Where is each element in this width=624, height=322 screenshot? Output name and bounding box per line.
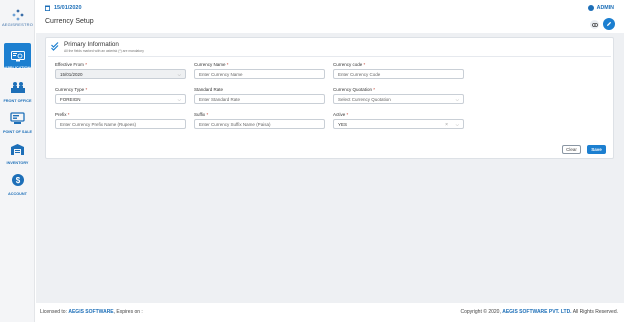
suffix-label: Suffix *: [194, 112, 209, 117]
currency-quotation-label: Currency Quotation *: [333, 87, 376, 92]
application-icon: [4, 44, 31, 68]
sidebar-item-label: APPLICATION: [4, 66, 31, 70]
effective-from-field[interactable]: 15/01/2020 ⌵: [55, 69, 186, 79]
point-of-sale-icon: [5, 107, 31, 129]
divider: [48, 56, 611, 57]
prefix-label: Prefix *: [55, 112, 70, 117]
save-button[interactable]: Save: [587, 145, 606, 154]
license-expiry: , Expires on :: [113, 309, 143, 315]
currency-quotation-placeholder: Select Currency Quotation: [338, 96, 391, 102]
sidebar: AEGISRESTRO APPLICATION FRONT OFFICE POI…: [0, 0, 35, 322]
currency-code-label: Currency code *: [333, 62, 366, 67]
chevron-down-icon: ⌵: [177, 72, 181, 77]
front-office-icon: [5, 76, 31, 98]
sidebar-item-front-office[interactable]: FRONT OFFICE: [0, 76, 35, 103]
sidebar-item-account[interactable]: $ ACCOUNT: [0, 169, 35, 196]
sidebar-item-label: POINT OF SALE: [2, 130, 33, 134]
currency-code-placeholder: Enter Currency Code: [338, 71, 381, 77]
sidebar-item-label: INVENTORY: [6, 161, 29, 165]
user-name: ADMIN: [596, 5, 614, 11]
chevron-down-icon: ⌵: [455, 97, 459, 102]
sidebar-item-point-of-sale[interactable]: POINT OF SALE: [0, 107, 35, 134]
license-info: Licensed to: AEGIS SOFTWARE, Expires on …: [40, 309, 143, 315]
calendar-icon: [45, 5, 50, 11]
currency-type-value: FOREIGN: [60, 96, 81, 102]
currency-code-input[interactable]: Enter Currency Code: [333, 69, 464, 79]
active-value: YES: [338, 121, 348, 127]
sidebar-item-label: ACCOUNT: [8, 192, 27, 196]
svg-text:$: $: [15, 176, 20, 185]
prefix-placeholder: Enter Currency Prefix Name (Rupees): [60, 121, 137, 127]
sidebar-item-label: FRONT OFFICE: [3, 99, 32, 103]
currency-type-label: Currency Type *: [55, 87, 88, 92]
active-label: Active *: [333, 112, 349, 117]
checklist-icon: [51, 42, 59, 51]
copyright-prefix: Copyright © 2020,: [460, 309, 501, 315]
currency-quotation-select[interactable]: Select Currency Quotation ⌵: [333, 94, 464, 104]
copyright: Copyright © 2020, AEGIS SOFTWARE PVT. LT…: [460, 309, 618, 315]
prefix-input[interactable]: Enter Currency Prefix Name (Rupees): [55, 119, 186, 129]
license-prefix: Licensed to:: [40, 309, 67, 315]
eye-icon: [591, 22, 598, 27]
section-note: All the fields marked with an asterisk (…: [64, 49, 144, 53]
licensee-name: AEGIS SOFTWARE: [68, 309, 114, 315]
suffix-input[interactable]: Enter Currency Suffix Name (Paisa): [194, 119, 325, 129]
inventory-icon: [5, 138, 31, 160]
chevron-down-icon: ⌵: [177, 97, 181, 102]
chevron-down-icon: ⌵: [455, 122, 459, 127]
effective-from-label: Effective From *: [55, 62, 87, 67]
copyright-rights: All Rights Reserved.: [572, 309, 618, 315]
brand-name: AEGISRESTRO: [1, 22, 34, 27]
sidebar-item-application[interactable]: APPLICATION: [0, 44, 35, 70]
standard-rate-label: Standard Rate: [194, 87, 224, 92]
user-icon: [587, 5, 594, 11]
clear-icon[interactable]: ×: [445, 122, 448, 128]
company-name: AEGIS SOFTWARE PVT. LTD.: [502, 309, 572, 315]
view-button[interactable]: [590, 20, 599, 29]
currency-name-label: Currency Name *: [194, 62, 229, 67]
edit-button[interactable]: [603, 18, 615, 30]
current-date: 15/01/2020: [54, 5, 82, 11]
active-select[interactable]: YES × ⌵: [333, 119, 464, 129]
page-title: Currency Setup: [45, 18, 94, 25]
brand-logo: [12, 9, 23, 21]
section-title: Primary Information: [64, 41, 119, 48]
standard-rate-placeholder: Enter Standard Rate: [199, 96, 241, 102]
effective-from-value: 15/01/2020: [60, 71, 83, 77]
top-bar: 15/01/2020 ADMIN: [36, 0, 624, 18]
brand: AEGISRESTRO: [0, 9, 35, 27]
account-icon: $: [5, 169, 31, 191]
suffix-placeholder: Enter Currency Suffix Name (Paisa): [199, 121, 271, 127]
currency-name-input[interactable]: Enter Currency Name: [194, 69, 325, 79]
currency-name-placeholder: Enter Currency Name: [199, 71, 243, 77]
sidebar-item-inventory[interactable]: INVENTORY: [0, 138, 35, 165]
pencil-icon: [607, 21, 612, 26]
clear-button[interactable]: Clear: [562, 145, 581, 154]
standard-rate-input[interactable]: Enter Standard Rate: [194, 94, 325, 104]
user-menu[interactable]: ADMIN: [587, 5, 614, 11]
currency-type-select[interactable]: FOREIGN ⌵: [55, 94, 186, 104]
